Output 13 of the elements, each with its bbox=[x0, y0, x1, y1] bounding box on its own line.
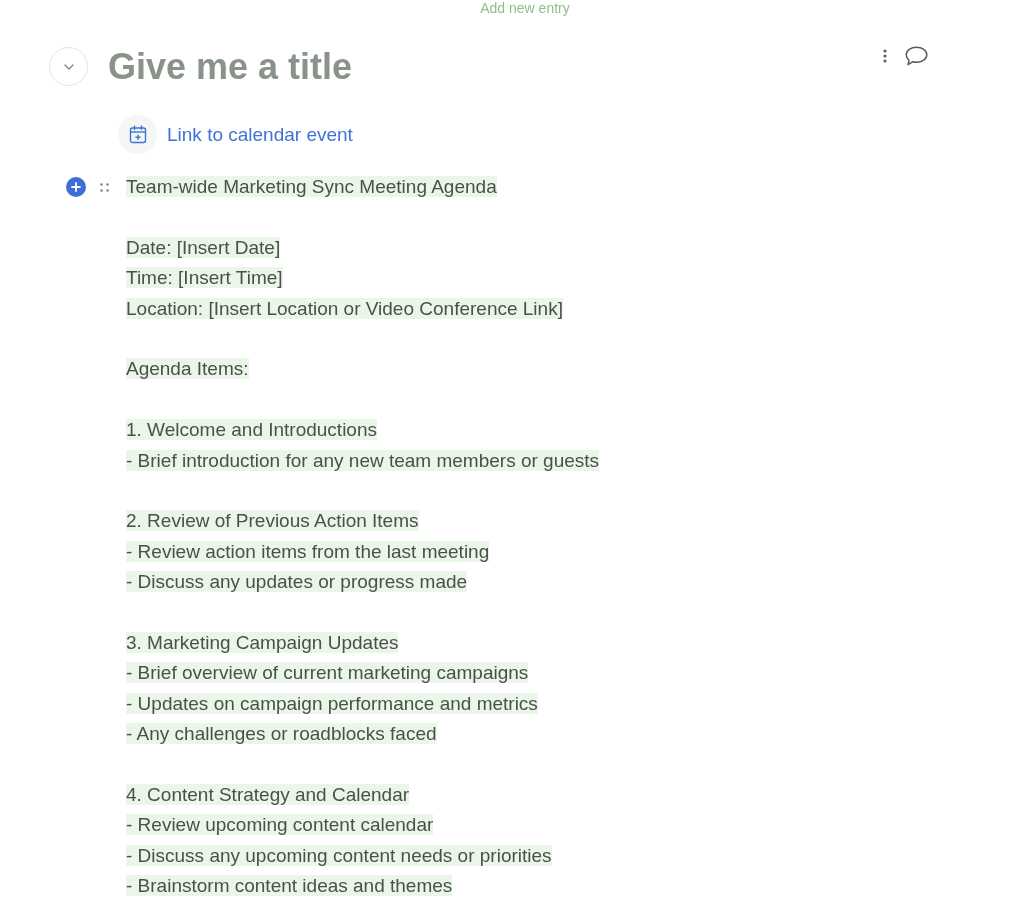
chevron-down-icon bbox=[63, 63, 74, 70]
plus-icon bbox=[71, 182, 81, 193]
more-options-button[interactable] bbox=[882, 47, 888, 64]
agenda-heading: Team-wide Marketing Sync Meeting Agenda bbox=[126, 176, 497, 197]
more-options-icon bbox=[883, 48, 887, 63]
comment-icon bbox=[905, 45, 928, 66]
drag-handle-icon bbox=[99, 182, 109, 192]
calendar-event-link[interactable]: Link to calendar event bbox=[167, 123, 353, 146]
comment-button[interactable] bbox=[905, 45, 928, 66]
calendar-icon[interactable] bbox=[118, 115, 157, 154]
drag-handle[interactable] bbox=[99, 182, 109, 193]
add-block-button[interactable] bbox=[66, 177, 86, 198]
document-title: Give me a title bbox=[108, 47, 353, 86]
